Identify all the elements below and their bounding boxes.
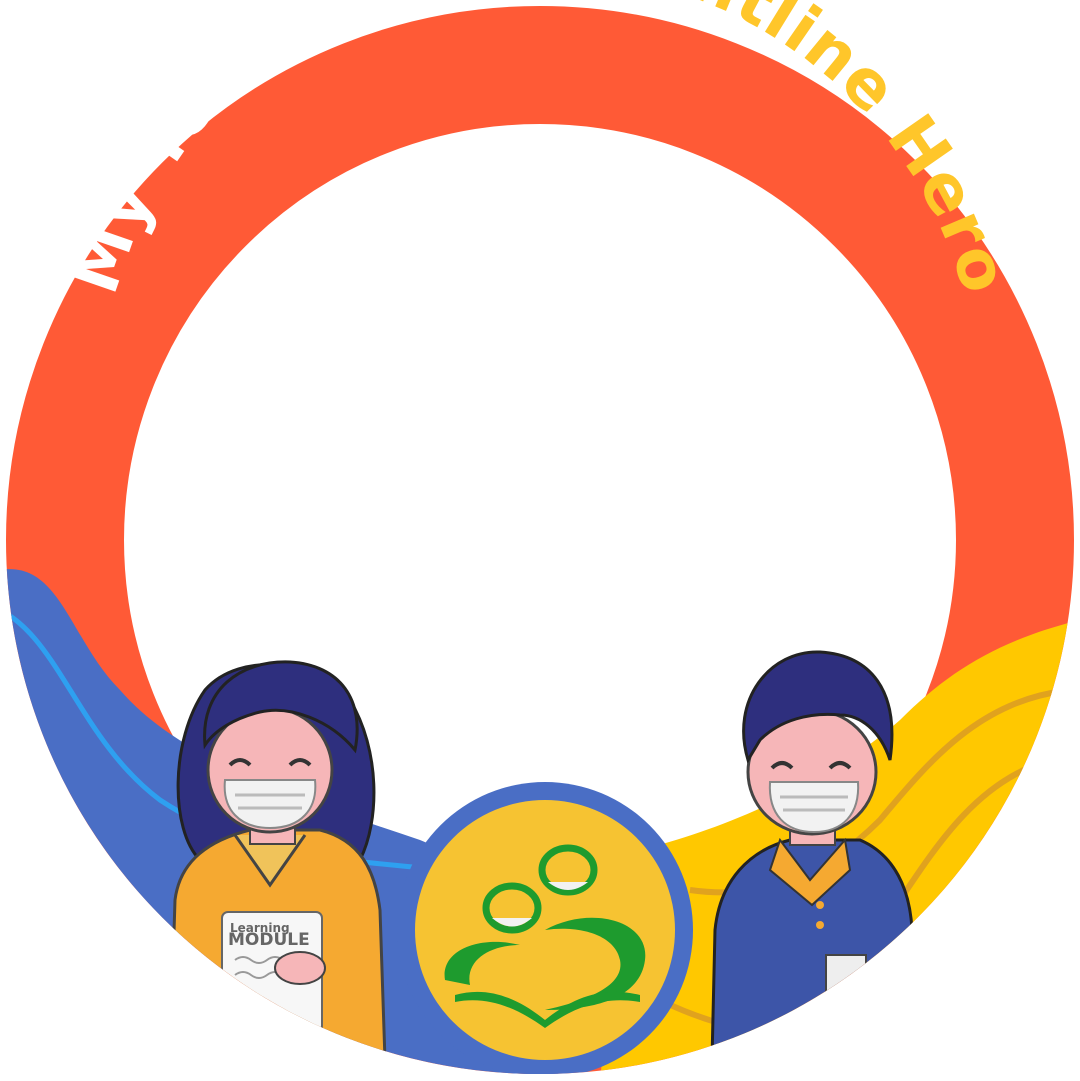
teacher-girl-icon: Learning MODULE [168,660,387,1062]
module-line2: MODULE [228,930,310,950]
profile-frame: My Teacher, My Frontline Hero [6,0,1074,1074]
school-emblem-icon [397,782,693,1074]
bottom-illustration: Learning MODULE [6,569,1074,1074]
